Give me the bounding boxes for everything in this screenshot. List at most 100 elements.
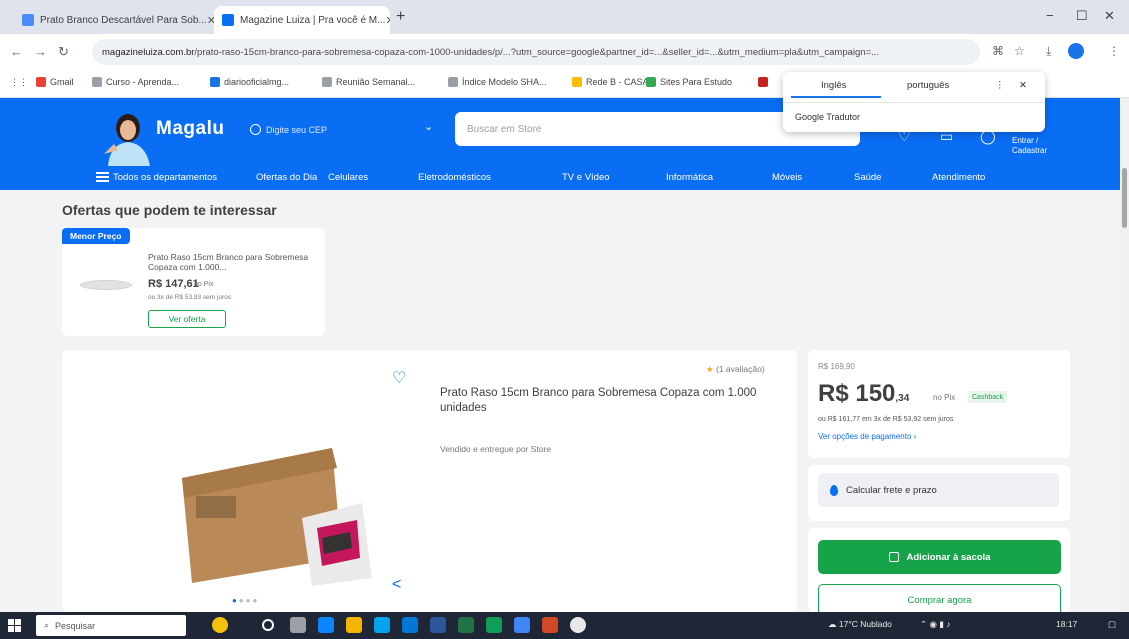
close-tab-icon[interactable]: ✕ — [385, 14, 390, 27]
old-price: R$ 169,90 — [818, 362, 855, 371]
bookmark-item[interactable]: Índice Modelo SHA... — [448, 77, 547, 87]
forward-icon[interactable]: → — [34, 44, 47, 59]
add-to-cart-button[interactable]: Adicionar à sacola — [818, 540, 1061, 574]
powerpoint-icon[interactable] — [542, 617, 558, 633]
cortana-icon[interactable] — [262, 619, 274, 631]
back-icon[interactable]: ← — [10, 44, 23, 59]
app-icon[interactable] — [486, 617, 502, 633]
menu-item[interactable]: Móveis — [772, 172, 802, 183]
carousel-dots[interactable]: ●●●● — [232, 596, 259, 605]
mail-icon[interactable] — [402, 617, 418, 633]
chevron-down-icon[interactable]: ⌄ — [424, 120, 433, 133]
bookmark-item[interactable] — [758, 77, 772, 87]
menu-item[interactable]: Saúde — [854, 172, 881, 183]
translate-options-icon[interactable]: ⋮ — [995, 80, 1005, 91]
browser-tab-active[interactable]: Magazine Luiza | Pra você é M... ✕ — [214, 6, 390, 34]
url-field[interactable]: magazineluiza.com.br /prato-raso-15cm-br… — [92, 39, 980, 65]
payment-options-link[interactable]: Ver opções de pagamento › — [818, 432, 916, 441]
see-offer-button[interactable]: Ver oferta — [148, 310, 226, 328]
calculate-shipping-button[interactable]: Calcular frete e prazo — [818, 473, 1059, 507]
scroll-thumb[interactable] — [1122, 168, 1127, 228]
profile-avatar-icon[interactable] — [1068, 43, 1084, 59]
bookmark-item[interactable]: Sites Para Estudo — [646, 77, 732, 87]
offer-product-name[interactable]: Prato Raso 15cm Branco para Sobremesa Co… — [148, 252, 320, 272]
offer-product-image[interactable] — [80, 280, 132, 290]
bookmark-item[interactable]: Gmail — [36, 77, 74, 87]
installments-text: ou R$ 161,77 em 3x de R$ 53,92 sem juros — [818, 416, 954, 423]
chevron-right-icon: › — [913, 432, 917, 441]
app-icon[interactable] — [514, 617, 530, 633]
product-image[interactable] — [172, 408, 412, 588]
add-cart-label: Adicionar à sacola — [906, 551, 991, 563]
bookmark-item[interactable]: Rede B - CASA — [572, 77, 649, 87]
actions-card: Adicionar à sacola Comprar agora — [808, 528, 1070, 616]
browser-tab-bar: Prato Branco Descartável Para Sob... ✕ M… — [0, 0, 1129, 34]
price-card: R$ 169,90 R$ 150,34 no Pix Cashback ou R… — [808, 350, 1070, 458]
bookmark-item[interactable]: Curso - Aprenda... — [92, 77, 179, 87]
bag-icon — [888, 552, 899, 562]
weather-tray[interactable]: ☁ 17°C Nublado — [828, 619, 892, 630]
payment-link-label: Ver opções de pagamento — [818, 432, 912, 441]
menu-item[interactable]: Ofertas do Dia — [256, 172, 317, 183]
clock[interactable]: 18:17 — [1056, 619, 1077, 629]
edge-icon[interactable] — [318, 617, 334, 633]
offers-title: Ofertas que podem te interessar — [62, 202, 277, 218]
translate-icon[interactable]: ⌘ — [992, 44, 1004, 58]
excel-icon[interactable] — [458, 617, 474, 633]
bookmark-item[interactable]: diariooficialmg... — [210, 77, 289, 87]
store-icon[interactable] — [374, 617, 390, 633]
menu-item[interactable]: Informática — [666, 172, 713, 183]
globe-icon — [210, 77, 220, 87]
price-cents: ,34 — [895, 393, 910, 404]
seller-info[interactable]: Vendido e entregue por Store — [440, 444, 551, 454]
maximize-icon[interactable]: ☐ — [1076, 8, 1088, 24]
location-pin-icon — [250, 124, 261, 135]
tab-source-language[interactable]: Inglês — [821, 80, 846, 91]
divider — [783, 102, 1045, 103]
url-path: /prato-raso-15cm-branco-para-sobremesa-c… — [194, 46, 880, 58]
location-pin-icon — [830, 484, 838, 496]
site-logo[interactable]: Magalu — [156, 118, 224, 140]
minimize-icon[interactable]: − — [1046, 8, 1054, 23]
bookmark-label: Índice Modelo SHA... — [462, 77, 547, 87]
menu-item[interactable]: Celulares — [328, 172, 368, 183]
folder-icon — [572, 77, 582, 87]
reload-icon[interactable]: ↻ — [58, 44, 69, 60]
windows-start-icon[interactable] — [8, 619, 21, 632]
share-icon[interactable]: < — [392, 576, 401, 594]
file-explorer-icon[interactable] — [346, 617, 362, 633]
weather-widget-icon[interactable] — [212, 617, 228, 633]
weather-text: 17°C Nublado — [838, 619, 892, 629]
offer-card[interactable]: Menor Preço Prato Raso 15cm Branco para … — [62, 228, 325, 336]
close-window-icon[interactable]: ✕ — [1104, 8, 1115, 24]
rating[interactable]: ★ (1 avaliação) — [706, 364, 765, 375]
taskbar-search[interactable]: ⌕ Pesquisar — [36, 615, 186, 636]
cep-selector[interactable]: Digite seu CEP — [250, 124, 327, 135]
menu-item[interactable]: Atendimento — [932, 172, 985, 183]
word-icon[interactable] — [430, 617, 446, 633]
page-scrollbar[interactable] — [1120, 98, 1129, 612]
menu-all-departments[interactable]: Todos os departamentos — [96, 172, 217, 183]
new-tab-icon[interactable]: + — [396, 8, 405, 26]
page-icon — [322, 77, 332, 87]
tray-icons[interactable]: ⌃ ◉ ▮ ♪ — [920, 619, 951, 630]
browser-menu-icon[interactable]: ⋮ — [1108, 44, 1120, 58]
favorite-heart-icon[interactable]: ♡ — [392, 368, 406, 388]
menu-item[interactable]: Eletrodomésticos — [418, 172, 491, 183]
tab-title: Prato Branco Descartável Para Sob... — [40, 14, 207, 26]
close-popup-icon[interactable]: ✕ — [1019, 80, 1027, 91]
menu-item[interactable]: TV e Vídeo — [562, 172, 610, 183]
task-view-icon[interactable] — [290, 617, 306, 633]
tab-target-language[interactable]: português — [907, 80, 949, 91]
shipping-card: Calcular frete e prazo — [808, 465, 1070, 521]
login-link[interactable]: Entrar / Cadastrar — [1012, 136, 1052, 156]
chrome-icon[interactable] — [570, 617, 586, 633]
apps-icon[interactable]: ⋮⋮ — [10, 77, 28, 88]
notifications-icon[interactable]: ▢ — [1108, 619, 1116, 630]
bookmark-item[interactable]: Reunião Semanal... — [322, 77, 415, 87]
download-icon[interactable]: ⤓ — [1046, 44, 1051, 59]
bookmark-star-icon[interactable]: ☆ — [1014, 44, 1025, 58]
close-tab-icon[interactable]: ✕ — [207, 14, 214, 27]
pix-badge: Cashback — [968, 391, 1008, 403]
browser-tab[interactable]: Prato Branco Descartável Para Sob... ✕ — [14, 6, 214, 34]
